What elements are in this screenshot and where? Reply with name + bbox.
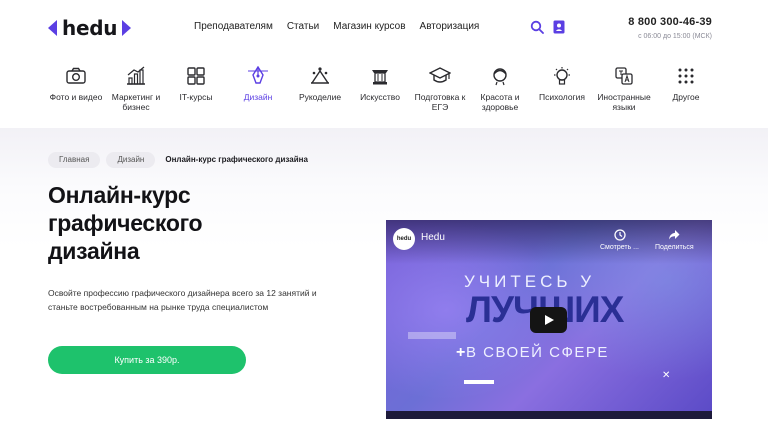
crafts-icon bbox=[311, 67, 329, 84]
channel-avatar[interactable]: hedu bbox=[393, 228, 415, 250]
watch-later-label: Смотреть ... bbox=[600, 244, 639, 251]
breadcrumb-home[interactable]: Главная bbox=[48, 152, 101, 168]
grid-dots-icon bbox=[678, 68, 694, 84]
title-line: графического bbox=[48, 210, 203, 236]
translate-icon bbox=[615, 67, 633, 85]
nav-course-shop[interactable]: Магазин курсов bbox=[333, 21, 405, 32]
category-photo-video[interactable]: Фото и видео bbox=[48, 60, 104, 102]
course-description: Освойте профессию графического дизайнера… bbox=[48, 288, 317, 312]
category-label: Рукоделие bbox=[298, 92, 342, 102]
logo-left-triangle bbox=[48, 20, 57, 36]
logo[interactable]: hedu bbox=[48, 15, 132, 41]
category-beauty-health[interactable]: Красота и здоровье bbox=[472, 60, 528, 112]
logo-text: hedu bbox=[62, 16, 118, 40]
graduation-cap-icon bbox=[429, 67, 451, 83]
share-button[interactable]: Поделиться bbox=[655, 229, 694, 251]
breadcrumb-current: Онлайн-курс графического дизайна bbox=[165, 155, 308, 164]
category-label: Иностранные языки bbox=[597, 92, 651, 112]
nav-articles[interactable]: Статьи bbox=[287, 21, 319, 32]
category-label: Искусство bbox=[360, 92, 400, 102]
bar-chart-icon bbox=[127, 66, 145, 85]
buy-button[interactable]: Купить за 390р. bbox=[48, 346, 246, 374]
page-title: Онлайн-курс графического дизайна bbox=[48, 181, 348, 265]
decor-bar bbox=[408, 332, 456, 339]
clock-icon bbox=[613, 229, 626, 241]
column-icon bbox=[372, 70, 388, 85]
category-art[interactable]: Искусство bbox=[352, 60, 408, 102]
category-label: Дизайн bbox=[243, 92, 273, 102]
watch-later-button[interactable]: Смотреть ... bbox=[600, 229, 639, 251]
category-bar: Фото и видео Маркетинг и бизнес IT-курсы… bbox=[48, 60, 728, 126]
category-other[interactable]: Другое bbox=[658, 60, 714, 102]
category-label: Подготовка к ЕГЭ bbox=[414, 92, 466, 112]
decor-bar bbox=[464, 380, 494, 384]
category-label: Маркетинг и бизнес bbox=[111, 92, 161, 112]
working-hours: с 06:00 до 15:00 (МСК) bbox=[638, 33, 712, 40]
category-languages[interactable]: Иностранные языки bbox=[596, 60, 652, 112]
breadcrumb: Главная Дизайн Онлайн-курс графического … bbox=[48, 152, 312, 168]
category-exam-prep[interactable]: Подготовка к ЕГЭ bbox=[412, 60, 468, 112]
share-label: Поделиться bbox=[655, 244, 694, 251]
category-marketing[interactable]: Маркетинг и бизнес bbox=[108, 60, 164, 112]
breadcrumb-design[interactable]: Дизайн bbox=[106, 152, 156, 168]
it-blocks-icon bbox=[187, 67, 205, 85]
cross-decor-icon: ✕ bbox=[662, 370, 671, 381]
category-label: IT-курсы bbox=[179, 92, 213, 102]
title-line: Онлайн-курс bbox=[48, 182, 191, 208]
share-arrow-icon bbox=[669, 230, 680, 240]
nav-teachers[interactable]: Преподавателям bbox=[194, 21, 273, 32]
video-bottom-strip bbox=[386, 411, 712, 419]
category-label: Другое bbox=[672, 92, 700, 102]
contact-book-icon[interactable] bbox=[550, 18, 568, 36]
site-header: hedu Преподавателям Статьи Магазин курсо… bbox=[0, 0, 768, 56]
title-line: дизайна bbox=[48, 238, 140, 264]
plus-decor-icon: + bbox=[456, 344, 466, 361]
category-crafts[interactable]: Рукоделие bbox=[292, 60, 348, 102]
play-button[interactable] bbox=[530, 307, 567, 333]
category-label: Психология bbox=[538, 92, 586, 102]
category-design[interactable]: Дизайн bbox=[230, 60, 286, 102]
video-channel-name[interactable]: Hedu bbox=[421, 232, 445, 243]
nav-login[interactable]: Авторизация bbox=[420, 21, 480, 32]
camera-icon bbox=[66, 67, 86, 84]
video-player[interactable]: hedu Hedu Смотреть ... Поделиться УЧИТЕС… bbox=[386, 220, 712, 419]
phone-number[interactable]: 8 800 300-46-39 bbox=[628, 16, 712, 28]
top-nav: Преподавателям Статьи Магазин курсов Авт… bbox=[194, 21, 479, 32]
face-icon bbox=[493, 68, 507, 86]
video-slogan-line3: В СВОЕЙ СФЕРЕ bbox=[466, 344, 609, 361]
category-label: Фото и видео bbox=[49, 92, 103, 102]
category-psychology[interactable]: Психология bbox=[534, 60, 590, 102]
logo-right-triangle bbox=[122, 20, 132, 36]
lightbulb-icon bbox=[554, 67, 570, 85]
pen-tool-icon bbox=[248, 66, 268, 84]
category-it[interactable]: IT-курсы bbox=[168, 60, 224, 102]
search-icon[interactable] bbox=[528, 18, 546, 36]
category-label: Красота и здоровье bbox=[480, 92, 520, 112]
